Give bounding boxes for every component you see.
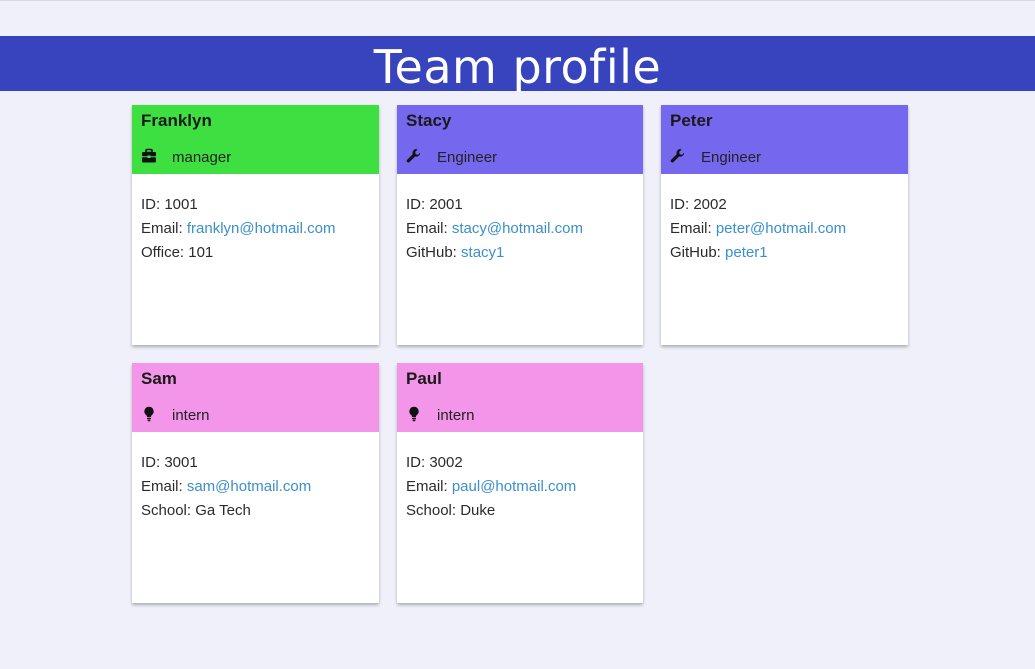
employee-card-stacy: Stacy Engineer ID: 2001 Email: stacy@hot… [397, 105, 643, 345]
employee-card-sam: Sam intern ID: 3001 Email: sam@hotmail.c… [132, 363, 379, 603]
email-link[interactable]: sam@hotmail.com [187, 478, 311, 495]
employee-role: Engineer [406, 148, 498, 166]
role-label: intern [172, 407, 210, 424]
card-header: Peter Engineer [661, 105, 908, 174]
card-body: ID: 3002 Email: paul@hotmail.com School:… [397, 432, 643, 523]
email-label: Email: [406, 220, 452, 237]
email-link[interactable]: peter@hotmail.com [716, 220, 846, 237]
school-label: School: [141, 502, 196, 519]
school-row: School: Ga Tech [141, 499, 370, 523]
card-header: Stacy Engineer [397, 105, 643, 174]
employee-name: Paul [406, 369, 442, 388]
office-label: Office: [141, 244, 189, 261]
github-row: GitHub: peter1 [670, 241, 899, 265]
card-body: ID: 1001 Email: franklyn@hotmail.com Off… [132, 174, 379, 265]
role-label: intern [437, 407, 475, 424]
github-link[interactable]: peter1 [725, 244, 768, 261]
employee-name: Sam [141, 369, 177, 388]
id-value: 3001 [164, 454, 198, 471]
employee-role: Engineer [670, 148, 762, 166]
email-label: Email: [406, 478, 452, 495]
office-value: 101 [188, 244, 214, 261]
email-link[interactable]: stacy@hotmail.com [452, 220, 583, 237]
school-row: School: Duke [406, 499, 634, 523]
employee-role: intern [141, 406, 210, 424]
id-label: ID: [406, 196, 430, 213]
wrench-icon [670, 148, 686, 164]
employee-role: intern [406, 406, 475, 424]
card-body: ID: 2001 Email: stacy@hotmail.com GitHub… [397, 174, 643, 265]
id-value: 2001 [429, 196, 463, 213]
school-value: Ga Tech [195, 502, 251, 519]
id-label: ID: [141, 454, 165, 471]
email-label: Email: [141, 478, 187, 495]
card-header: Paul intern [397, 363, 643, 432]
role-label: Engineer [437, 149, 498, 166]
email-label: Email: [670, 220, 716, 237]
employee-name: Franklyn [141, 111, 212, 130]
email-row: Email: peter@hotmail.com [670, 217, 899, 241]
wrench-icon [406, 148, 422, 164]
email-row: Email: franklyn@hotmail.com [141, 217, 370, 241]
office-row: Office: 101 [141, 241, 370, 265]
employee-role: manager [141, 148, 232, 166]
employee-card-franklyn: Franklyn manager ID: 1001 Email: frankly… [132, 105, 379, 345]
email-link[interactable]: paul@hotmail.com [452, 478, 576, 495]
role-label: manager [172, 149, 232, 166]
id-label: ID: [670, 196, 694, 213]
email-row: Email: stacy@hotmail.com [406, 217, 634, 241]
id-value: 2002 [693, 196, 727, 213]
card-header: Franklyn manager [132, 105, 379, 174]
id-row: ID: 3001 [141, 451, 370, 475]
email-link[interactable]: franklyn@hotmail.com [187, 220, 336, 237]
lightbulb-icon [406, 406, 422, 422]
page-header: Team profile [0, 36, 1035, 91]
card-body: ID: 2002 Email: peter@hotmail.com GitHub… [661, 174, 908, 265]
github-label: GitHub: [670, 244, 726, 261]
email-row: Email: paul@hotmail.com [406, 475, 634, 499]
employee-card-paul: Paul intern ID: 3002 Email: paul@hotmail… [397, 363, 643, 603]
card-body: ID: 3001 Email: sam@hotmail.com School: … [132, 432, 379, 523]
lightbulb-icon [141, 406, 157, 422]
id-row: ID: 2001 [406, 193, 634, 217]
github-link[interactable]: stacy1 [461, 244, 504, 261]
github-label: GitHub: [406, 244, 462, 261]
card-header: Sam intern [132, 363, 379, 432]
id-value: 3002 [429, 454, 463, 471]
id-row: ID: 1001 [141, 193, 370, 217]
id-row: ID: 2002 [670, 193, 899, 217]
email-row: Email: sam@hotmail.com [141, 475, 370, 499]
school-label: School: [406, 502, 461, 519]
id-label: ID: [406, 454, 430, 471]
page-title: Team profile [373, 40, 662, 91]
school-value: Duke [460, 502, 496, 519]
role-label: Engineer [701, 149, 762, 166]
email-label: Email: [141, 220, 187, 237]
id-value: 1001 [164, 196, 198, 213]
id-row: ID: 3002 [406, 451, 634, 475]
employee-name: Peter [670, 111, 713, 130]
id-label: ID: [141, 196, 165, 213]
employee-card-peter: Peter Engineer ID: 2002 Email: peter@hot… [661, 105, 908, 345]
top-divider [0, 0, 1035, 1]
briefcase-icon [141, 148, 157, 164]
employee-name: Stacy [406, 111, 452, 130]
github-row: GitHub: stacy1 [406, 241, 634, 265]
